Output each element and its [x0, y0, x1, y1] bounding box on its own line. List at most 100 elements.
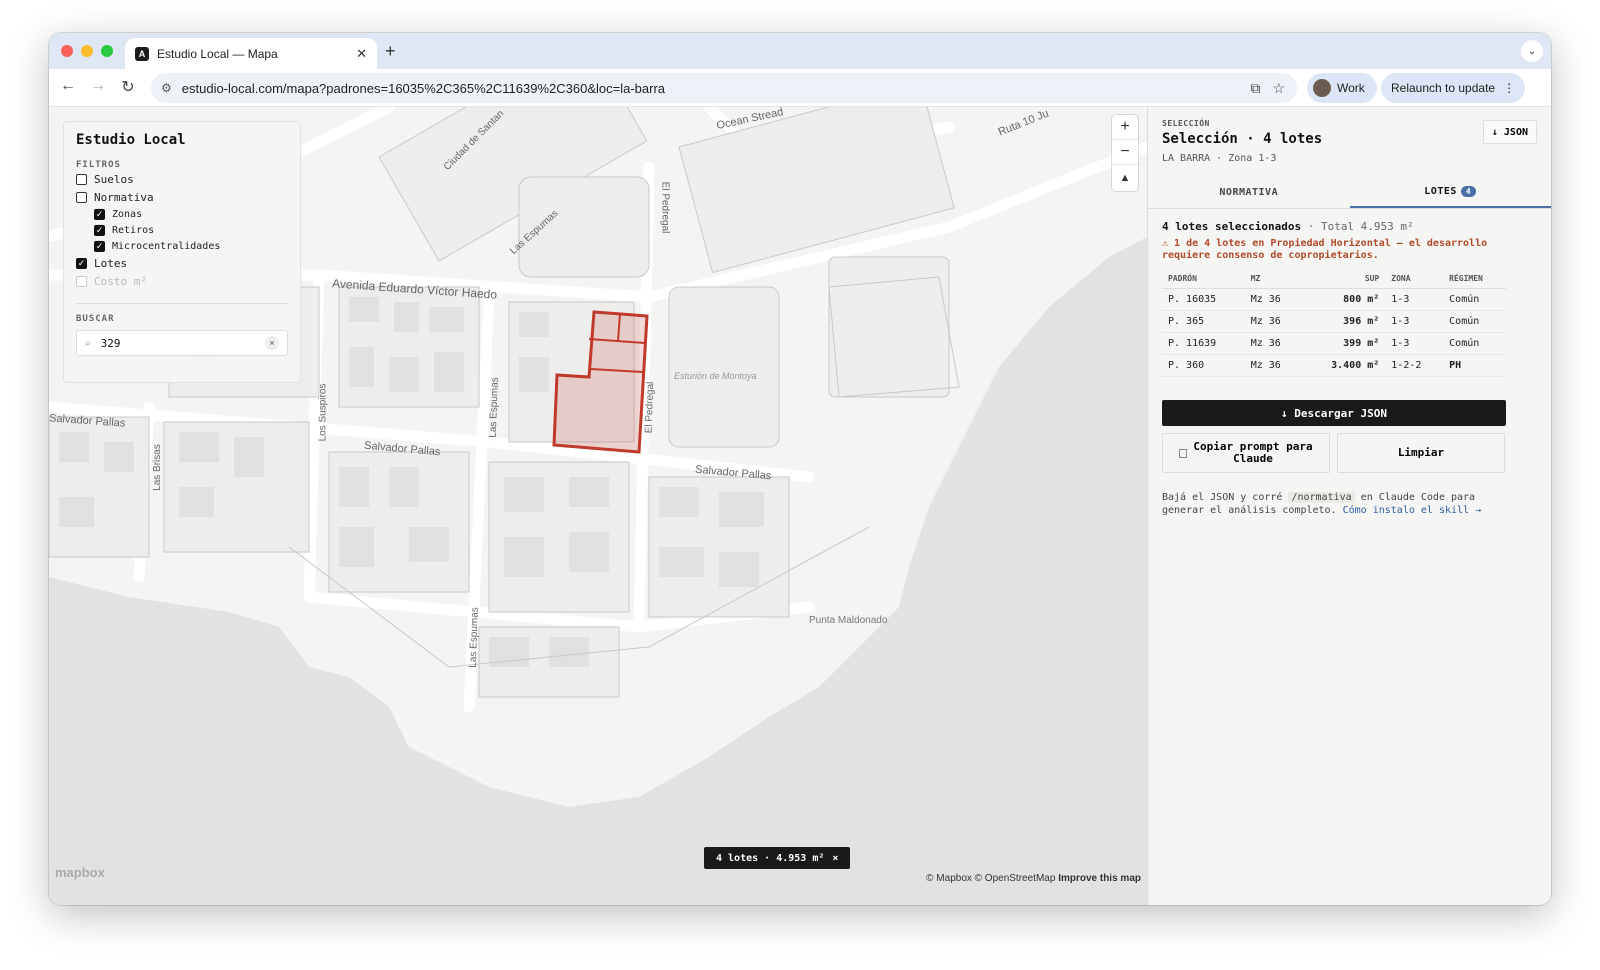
translate-icon[interactable]: ⧉	[1250, 80, 1260, 97]
table-row[interactable]: P. 360 Mz 36 3.400 m² 1-2-2 PH	[1162, 354, 1506, 377]
cell-zona: 1-3	[1385, 288, 1444, 311]
filter-item[interactable]: Normativa	[76, 188, 288, 206]
checkbox-checked-icon[interactable]: ✓	[76, 257, 87, 269]
col-header-zona: ZONA	[1385, 270, 1444, 289]
cell-sup: 3.400 m²	[1302, 354, 1386, 377]
cell-mz: Mz 36	[1244, 332, 1303, 355]
close-badge-icon[interactable]: ×	[832, 853, 838, 864]
filter-label: Costo m²	[94, 274, 147, 288]
mapbox-logo[interactable]: mapbox	[55, 865, 105, 880]
url-text[interactable]: estudio-local.com/mapa?padrones=16035%2C…	[182, 81, 1251, 96]
tab-strip: A Estudio Local — Mapa ✕ + ⌄	[49, 33, 1551, 69]
cell-sup: 399 m²	[1302, 332, 1386, 355]
filter-item: Costo m²	[76, 272, 288, 290]
lots-table: PADRÓN MZ SUP ZONA RÉGIMEN P. 16035 Mz 36…	[1162, 270, 1506, 377]
checkbox-checked-icon[interactable]: ✓	[94, 240, 105, 252]
filter-item[interactable]: ✓ Microcentralidades	[76, 238, 288, 254]
browser-tab[interactable]: A Estudio Local — Mapa ✕	[125, 38, 377, 69]
col-header-regimen: RÉGIMEN	[1443, 270, 1506, 289]
back-icon[interactable]: ←	[57, 77, 79, 95]
address-bar[interactable]: ⚙ estudio-local.com/mapa?padrones=16035%…	[151, 73, 1297, 103]
col-header-sup: SUP	[1302, 270, 1386, 289]
favicon-icon: A	[135, 46, 149, 61]
compass-button[interactable]: ▲	[1112, 165, 1138, 190]
profile-label: Work	[1337, 81, 1365, 95]
selection-badge-label: 4 lotes · 4.953 m²	[716, 852, 825, 864]
map-canvas[interactable]: Ocean Stread Ruta 10 Ju Ciudad de Santan…	[49, 107, 1147, 905]
tab-count-badge: 4	[1460, 186, 1477, 197]
maximize-window-button[interactable]	[101, 45, 113, 57]
attribution-text: © Mapbox © OpenStreetMap	[926, 873, 1056, 884]
forward-icon[interactable]: →	[87, 77, 109, 95]
reload-icon[interactable]: ↻	[117, 77, 139, 97]
selection-summary: 4 lotes seleccionados · Total 4.953 m²	[1162, 220, 1414, 233]
browser-toolbar: ← → ↻ ⚙ estudio-local.com/mapa?padrones=…	[49, 69, 1551, 107]
cell-regimen: PH	[1443, 354, 1506, 377]
table-row[interactable]: P. 16035 Mz 36 800 m² 1-3 Común	[1162, 288, 1506, 311]
install-skill-link[interactable]: Cómo instalo el skill →	[1343, 505, 1481, 516]
profile-button[interactable]: Work	[1307, 73, 1377, 103]
site-info-icon[interactable]: ⚙	[161, 81, 172, 95]
cell-regimen: Común	[1443, 310, 1506, 333]
checkbox-icon[interactable]	[76, 173, 87, 185]
app-title: Estudio Local	[76, 132, 186, 148]
new-tab-icon[interactable]: +	[385, 41, 396, 62]
selection-badge[interactable]: 4 lotes · 4.953 m² ×	[704, 847, 851, 869]
filter-item[interactable]: Suelos	[76, 170, 288, 188]
avatar	[1313, 79, 1331, 97]
tab-search-icon[interactable]: ⌄	[1521, 40, 1543, 62]
table-row[interactable]: P. 365 Mz 36 396 m² 1-3 Común	[1162, 310, 1506, 333]
filter-label: Retiros	[112, 224, 155, 236]
tab-lotes[interactable]: LOTES 4	[1349, 177, 1551, 208]
clear-search-icon[interactable]: ×	[265, 336, 279, 350]
tab-normativa[interactable]: NORMATIVA	[1148, 177, 1350, 208]
divider	[76, 303, 288, 304]
download-json-button[interactable]: ↓ Descargar JSON	[1162, 400, 1506, 426]
cell-zona: 1-3	[1385, 332, 1444, 355]
relaunch-button[interactable]: Relaunch to update ⋮	[1381, 73, 1526, 103]
cell-padron: P. 16035	[1162, 288, 1245, 311]
cell-mz: Mz 36	[1244, 288, 1303, 311]
table-header-row: PADRÓN MZ SUP ZONA RÉGIMEN	[1162, 270, 1506, 289]
search-value[interactable]: 329	[101, 337, 265, 350]
cell-zona: 1-2-2	[1385, 354, 1444, 377]
filter-list: Suelos Normativa ✓ Zonas ✓ Retiros ✓ Microcentr…	[76, 170, 288, 290]
map-attribution: © Mapbox © OpenStreetMap Improve this ma…	[926, 873, 1141, 884]
cell-padron: P. 11639	[1162, 332, 1245, 355]
improve-map-link[interactable]: Improve this map	[1058, 873, 1141, 884]
filter-label: Suelos	[94, 172, 134, 186]
cell-sup: 396 m²	[1302, 310, 1386, 333]
cell-regimen: Común	[1443, 288, 1506, 311]
browser-window: A Estudio Local — Mapa ✕ + ⌄ ← → ↻ ⚙ est…	[49, 33, 1551, 905]
hint-prefix: Bajá el JSON y corré	[1162, 492, 1289, 503]
filter-item[interactable]: ✓ Zonas	[76, 206, 288, 222]
cell-mz: Mz 36	[1244, 354, 1303, 377]
table-row[interactable]: P. 11639 Mz 36 399 m² 1-3 Común	[1162, 332, 1506, 355]
copy-prompt-button[interactable]: Copiar prompt para Claude	[1162, 433, 1330, 473]
checkbox-checked-icon[interactable]: ✓	[94, 208, 105, 220]
filter-label: Zonas	[112, 208, 143, 220]
summary-count: 4 lotes seleccionados	[1162, 220, 1302, 233]
filter-item[interactable]: ✓ Retiros	[76, 222, 288, 238]
col-header-mz: MZ	[1244, 270, 1303, 289]
tab-label: NORMATIVA	[1219, 187, 1279, 198]
close-window-button[interactable]	[61, 45, 73, 57]
json-button[interactable]: ↓ JSON	[1482, 120, 1537, 144]
panel-tabs: NORMATIVA LOTES 4	[1148, 177, 1551, 209]
close-tab-icon[interactable]: ✕	[356, 46, 367, 62]
side-panel: SELECCIÓN Selección · 4 lotes LA BARRA ·…	[1147, 107, 1551, 905]
checkbox-checked-icon[interactable]: ✓	[94, 224, 105, 236]
search-input[interactable]: ⌕ 329 ×	[76, 330, 288, 356]
bookmark-star-icon[interactable]: ☆	[1272, 80, 1285, 97]
cell-zona: 1-3	[1385, 310, 1444, 333]
clear-button[interactable]: Limpiar	[1337, 433, 1505, 473]
zoom-out-button[interactable]: −	[1112, 140, 1138, 165]
checkbox-icon[interactable]	[76, 191, 87, 203]
more-menu-icon[interactable]: ⋮	[1503, 81, 1515, 95]
minimize-window-button[interactable]	[81, 45, 93, 57]
cell-mz: Mz 36	[1244, 310, 1303, 333]
zoom-in-button[interactable]: +	[1112, 115, 1138, 140]
relaunch-label: Relaunch to update	[1391, 81, 1496, 95]
panel-eyebrow: SELECCIÓN	[1162, 119, 1210, 128]
filter-item[interactable]: ✓ Lotes	[76, 254, 288, 272]
